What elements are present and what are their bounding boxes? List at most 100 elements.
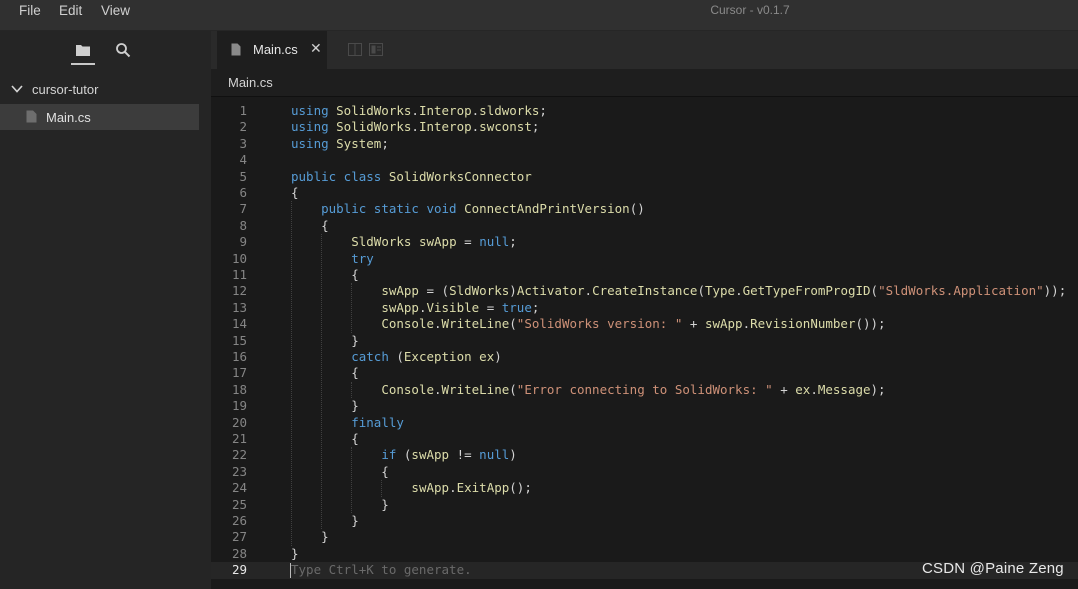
indent-guide (381, 480, 383, 497)
folder-tree-item[interactable]: cursor-tutor (0, 77, 211, 103)
code-line[interactable]: 22 if (swApp != null) (211, 447, 1078, 463)
indent-guide (351, 283, 353, 333)
indent-guide (321, 234, 323, 530)
code-line[interactable]: 26 } (211, 513, 1078, 529)
code-text: using SolidWorks.Interop.sldworks; (291, 103, 547, 118)
code-line[interactable]: 27 } (211, 529, 1078, 545)
line-number: 25 (231, 496, 247, 512)
tab-main-cs[interactable]: Main.cs ✕ (217, 31, 327, 69)
line-number: 13 (231, 299, 247, 315)
sidebar-tab-files[interactable] (71, 39, 95, 65)
code-text: } (291, 513, 359, 528)
code-line[interactable]: 4 (211, 152, 1078, 168)
line-number: 10 (231, 250, 247, 266)
code-text: } (291, 529, 329, 545)
code-text: { (291, 267, 359, 282)
code-line[interactable]: 9 SldWorks swApp = null; (211, 234, 1078, 250)
indent-guide (351, 447, 353, 513)
code-text: { (291, 431, 359, 446)
line-number: 28 (231, 545, 247, 561)
code-text: try (351, 250, 374, 266)
line-number: 12 (231, 283, 247, 299)
line-number: 27 (231, 529, 247, 545)
folder-name: cursor-tutor (32, 82, 99, 97)
code-line[interactable]: 2 using SolidWorks.Interop.swconst; (211, 119, 1078, 135)
generate-placeholder: Type Ctrl+K to generate. (291, 562, 472, 578)
split-editor-icon[interactable] (348, 43, 362, 56)
line-number: 1 (239, 103, 247, 118)
layout-icon[interactable] (369, 43, 383, 56)
code-line[interactable]: 3 using System; (211, 136, 1078, 152)
line-number: 11 (231, 267, 247, 282)
code-text: Console.WriteLine("Error connecting to S… (381, 381, 886, 397)
code-line[interactable]: 13 swApp.Visible = true; (211, 300, 1078, 316)
code-text: } (291, 545, 299, 561)
code-line[interactable]: 21 { (211, 431, 1078, 447)
sidebar-tab-search[interactable] (111, 39, 135, 65)
code-line[interactable]: 8 { (211, 218, 1078, 234)
code-line[interactable]: 24 swApp.ExitApp(); (211, 480, 1078, 496)
code-line[interactable]: 14 Console.WriteLine("SolidWorks version… (211, 316, 1078, 332)
line-number: 15 (231, 332, 247, 348)
code-text: swApp.ExitApp(); (411, 480, 532, 496)
window-title: Cursor - v0.1.7 (710, 3, 790, 17)
line-number: 4 (239, 152, 247, 168)
code-line[interactable]: 15 } (211, 333, 1078, 349)
code-text: } (291, 332, 359, 348)
file-icon (231, 43, 241, 56)
code-line[interactable]: 18 Console.WriteLine("Error connecting t… (211, 382, 1078, 398)
code-text: } (291, 398, 359, 414)
line-number: 14 (231, 316, 247, 332)
line-number: 18 (231, 381, 247, 397)
line-number: 5 (239, 168, 247, 184)
code-text: } (291, 496, 389, 512)
code-line[interactable]: 16 catch (Exception ex) (211, 349, 1078, 365)
code-text: Type Ctrl+K to generate. (291, 562, 472, 578)
code-editor[interactable]: 1 using SolidWorks.Interop.sldworks; 2 usin… (211, 97, 1078, 589)
line-number: 7 (239, 201, 247, 217)
line-number: 8 (239, 217, 247, 233)
file-name: Main.cs (46, 110, 91, 125)
code-text: { (291, 365, 359, 381)
code-text: if (swApp != null) (381, 447, 517, 463)
code-line[interactable]: 5 public class SolidWorksConnector (211, 169, 1078, 185)
code-text: finally (351, 414, 404, 430)
code-line[interactable]: 19 } (211, 398, 1078, 414)
code-text: { (291, 217, 329, 233)
code-line[interactable]: 23 { (211, 464, 1078, 480)
line-number: 24 (231, 480, 247, 496)
sidebar: cursor-tutor Main.cs (0, 31, 211, 589)
folder-icon (76, 45, 90, 56)
line-number: 19 (231, 398, 247, 414)
code-text: Console.WriteLine("SolidWorks version: "… (381, 316, 886, 332)
line-number: 22 (231, 447, 247, 463)
line-number: 6 (239, 185, 247, 200)
line-number: 9 (239, 234, 247, 250)
code-text: SldWorks swApp = null; (351, 234, 517, 250)
code-line[interactable]: 12 swApp = (SldWorks)Activator.CreateIns… (211, 283, 1078, 299)
code-line[interactable]: 20 finally (211, 415, 1078, 431)
code-line[interactable]: 10 try (211, 251, 1078, 267)
code-line[interactable]: 11 { (211, 267, 1078, 283)
code-line[interactable]: 6{ (211, 185, 1078, 201)
indent-guide (351, 381, 353, 399)
code-text: using SolidWorks.Interop.swconst; (291, 119, 540, 135)
code-line[interactable]: 17 { (211, 365, 1078, 381)
line-number: 16 (231, 349, 247, 364)
code-text: swApp = (SldWorks)Activator.CreateInstan… (381, 283, 1067, 299)
code-text: using System; (291, 135, 389, 151)
close-icon[interactable]: ✕ (310, 41, 322, 57)
code-line[interactable]: 1 using SolidWorks.Interop.sldworks; (211, 103, 1078, 119)
breadcrumb-file[interactable]: Main.cs (228, 75, 273, 90)
line-number: 26 (231, 513, 247, 528)
indent-guide (291, 201, 292, 546)
code-text: { (291, 463, 389, 479)
code-text: catch (Exception ex) (351, 349, 502, 364)
watermark: CSDN @Paine Zeng (922, 560, 1064, 577)
chevron-down-icon (11, 85, 23, 93)
code-line[interactable]: 25 } (211, 497, 1078, 513)
code-line[interactable]: 7 public static void ConnectAndPrintVers… (211, 201, 1078, 217)
line-number: 23 (231, 463, 247, 479)
code-text: public static void ConnectAndPrintVersio… (321, 201, 645, 217)
file-tree-item[interactable]: Main.cs (0, 104, 199, 130)
